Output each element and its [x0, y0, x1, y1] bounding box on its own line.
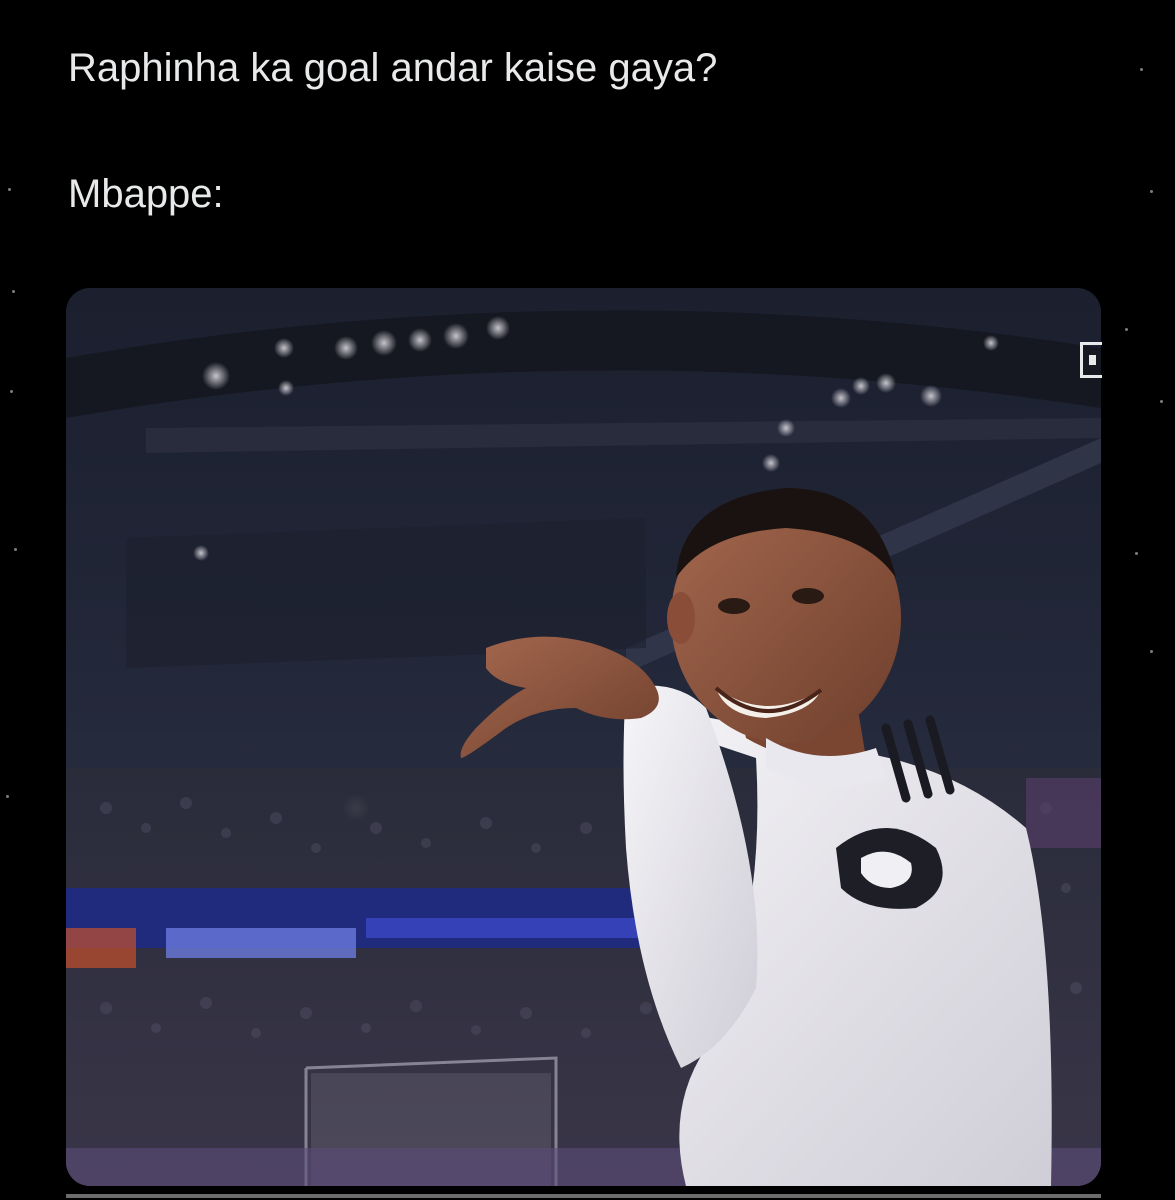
media-badge-icon: [1080, 342, 1102, 378]
edge-speck: [8, 188, 11, 191]
edge-speck: [6, 795, 9, 798]
post-screen: Raphinha ka goal andar kaise gaya? Mbapp…: [0, 0, 1175, 1200]
media-bottom-edge: [66, 1194, 1101, 1198]
edge-speck: [1160, 400, 1163, 403]
post-media[interactable]: [66, 288, 1101, 1186]
edge-speck: [14, 548, 17, 551]
edge-speck: [1135, 552, 1138, 555]
media-image: [66, 288, 1101, 1186]
edge-speck: [12, 290, 15, 293]
post-text-line-1: Raphinha ka goal andar kaise gaya?: [68, 46, 718, 90]
edge-speck: [1140, 68, 1143, 71]
edge-speck: [1150, 190, 1153, 193]
edge-speck: [1125, 328, 1128, 331]
post-text-line-2: Mbappe:: [68, 172, 224, 216]
edge-speck: [10, 390, 13, 393]
edge-speck: [1150, 650, 1153, 653]
